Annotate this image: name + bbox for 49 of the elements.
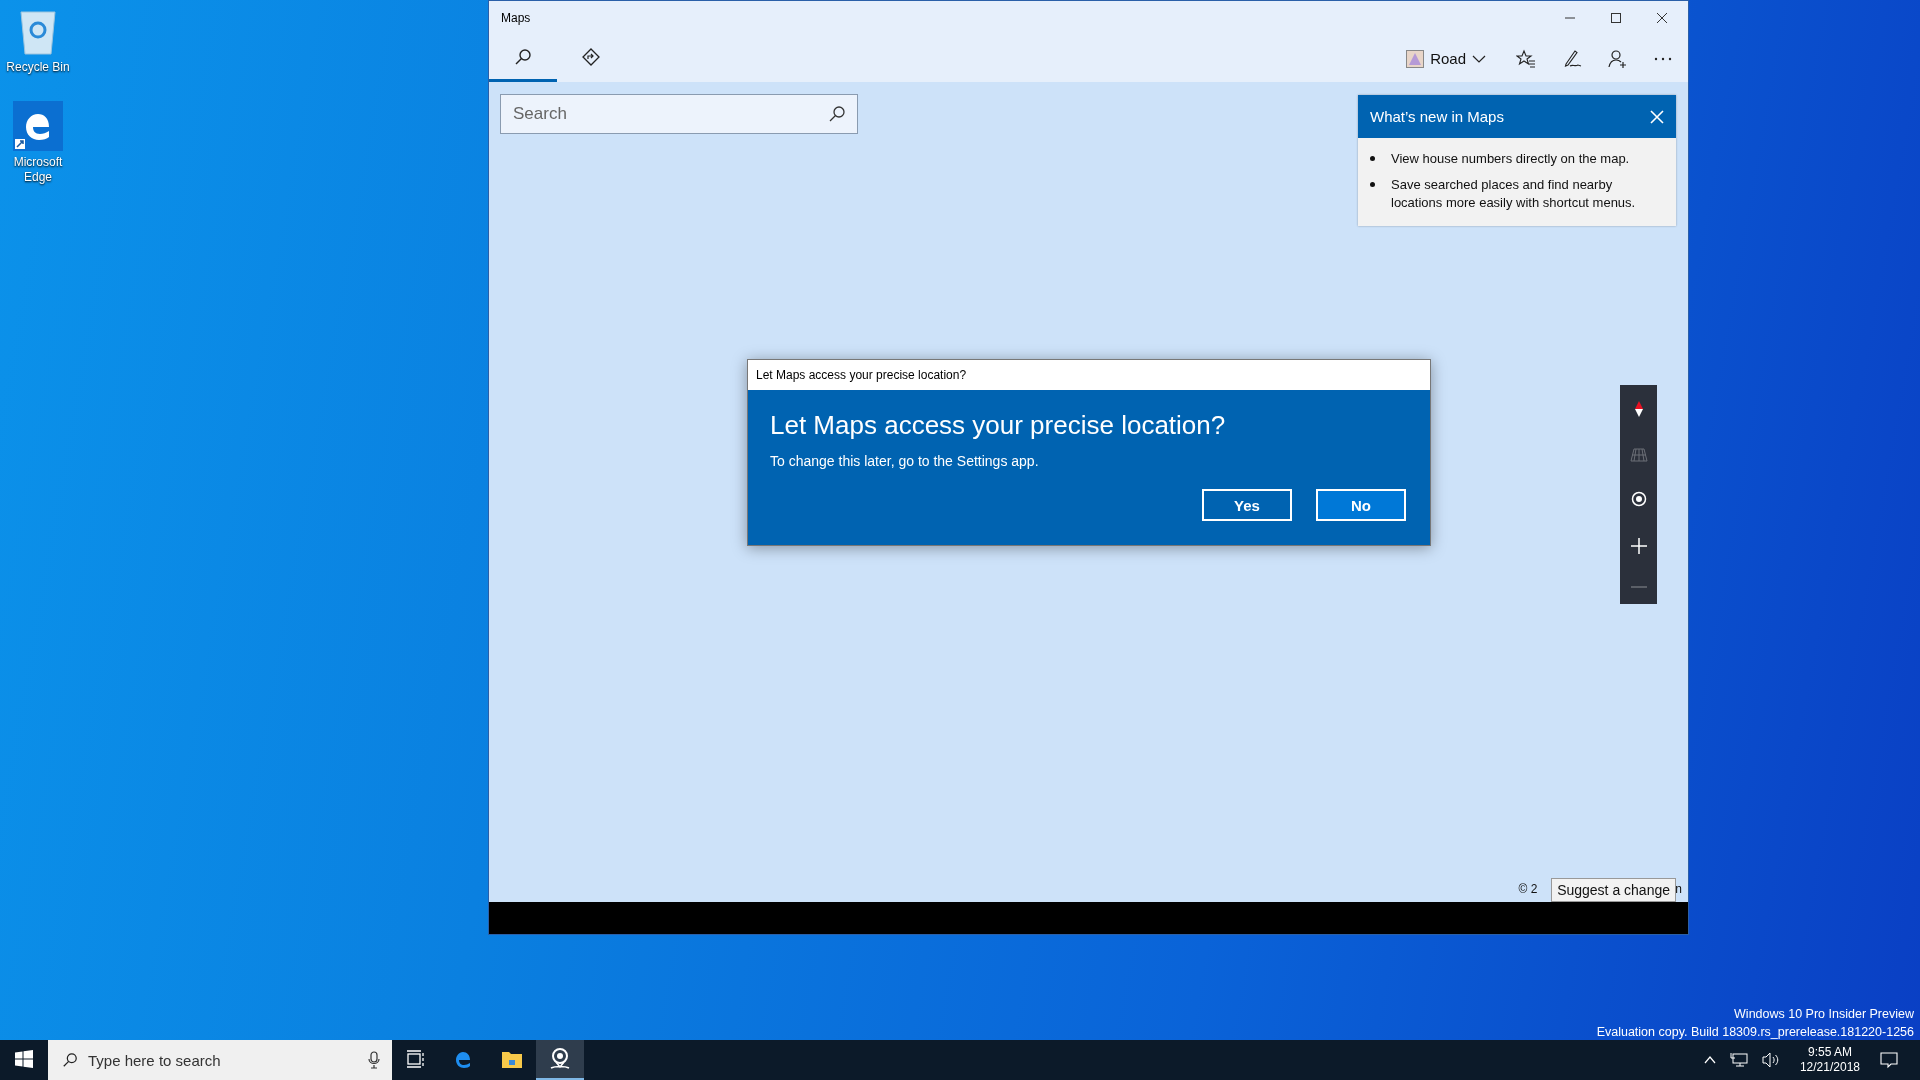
- desktop-watermark-text: Windows 10 Pro Insider Preview: [1734, 1006, 1914, 1023]
- folder-icon: [501, 1049, 523, 1069]
- taskbar-search-field[interactable]: Type here to search: [48, 1040, 392, 1080]
- microphone-icon[interactable]: [368, 1051, 380, 1069]
- map-style-dropdown[interactable]: Road: [1402, 45, 1490, 72]
- dialog-message: To change this later, go to the Settings app.: [770, 453, 1040, 469]
- directions-icon: [582, 48, 600, 66]
- copyright-text: © 2: [1518, 882, 1538, 896]
- account-icon[interactable]: [1608, 48, 1628, 69]
- clock-time[interactable]: 9:55 AM: [1807, 1045, 1852, 1060]
- desktop-icon-label[interactable]: Microsoft Edge: [3, 155, 73, 185]
- chevron-up-icon[interactable]: [1703, 1056, 1716, 1064]
- dialog-button[interactable]: Yes: [1202, 489, 1292, 521]
- caret-icon: [1472, 53, 1486, 64]
- desktop-icon-label[interactable]: Recycle Bin: [3, 60, 73, 75]
- feature-text: View house numbers directly on the map.: [1391, 150, 1630, 168]
- maps-taskbar-button[interactable]: [536, 1040, 584, 1080]
- compass-icon[interactable]: [1633, 399, 1644, 418]
- window-title: Maps: [501, 11, 531, 25]
- windows-logo-icon: [15, 1050, 33, 1068]
- edge-icon[interactable]: [13, 101, 63, 151]
- copyright-text: n: [1675, 882, 1682, 896]
- favorites-icon[interactable]: [1516, 48, 1536, 69]
- clock-date[interactable]: 12/21/2018: [1799, 1060, 1860, 1075]
- tooltip: Suggest a change: [1551, 878, 1676, 902]
- map-pin-icon: [549, 1047, 571, 1071]
- volume-icon[interactable]: [1761, 1052, 1780, 1068]
- feature-text: Save searched places and find nearby locations more easily with shortcut menus.: [1391, 176, 1637, 212]
- maximize-icon[interactable]: [1610, 12, 1622, 24]
- search-icon[interactable]: [828, 105, 846, 123]
- close-icon[interactable]: [1656, 12, 1668, 24]
- zoom-in-icon[interactable]: [1629, 537, 1648, 556]
- search-icon: [514, 48, 532, 66]
- dialog-title: Let Maps access your precise location?: [756, 368, 967, 382]
- desktop-watermark-text: Evaluation copy. Build 18309.rs_prerelease.181220-1256: [1596, 1024, 1914, 1041]
- bullet-icon: [1370, 182, 1375, 187]
- more-icon[interactable]: [1654, 55, 1672, 62]
- notification-icon[interactable]: [1880, 1051, 1898, 1069]
- dialog-button[interactable]: No: [1316, 489, 1406, 521]
- task-view-icon: [406, 1050, 426, 1068]
- panel-title: What’s new in Maps: [1370, 108, 1504, 125]
- search-icon: [62, 1052, 78, 1068]
- dialog-heading: Let Maps access your precise location?: [770, 410, 1227, 441]
- map-style-icon: [1406, 49, 1425, 68]
- network-icon[interactable]: [1729, 1052, 1748, 1068]
- bullet-icon: [1370, 156, 1375, 161]
- search-field[interactable]: Search: [500, 94, 858, 134]
- locate-icon[interactable]: [1630, 491, 1647, 508]
- ink-pen-icon[interactable]: [1562, 48, 1582, 69]
